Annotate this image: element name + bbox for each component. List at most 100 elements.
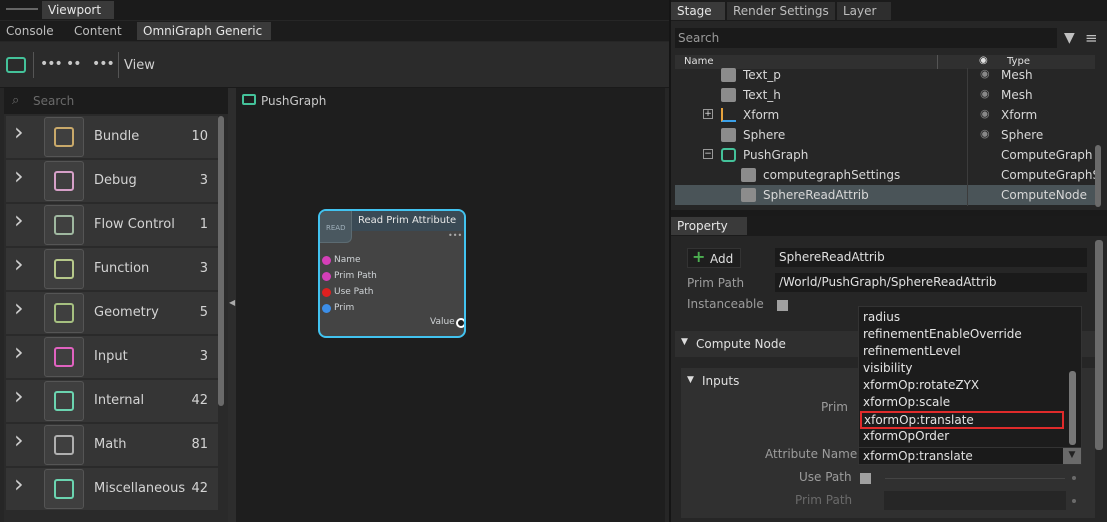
attribute-name-select[interactable]: xformOp:translate ▼ [858, 446, 1082, 465]
flow-icon-glyph [54, 215, 74, 235]
library-item-input[interactable]: › Input 3 [6, 336, 218, 378]
view-menu[interactable]: View [124, 58, 155, 73]
misc-icon [44, 469, 84, 509]
stage-search-input[interactable]: Search [675, 28, 1057, 48]
library-item-count: 42 [191, 393, 208, 408]
chevron-down-icon[interactable]: ▼ [1063, 447, 1081, 464]
library-item-internal[interactable]: › Internal 42 [6, 380, 218, 422]
library-item-debug[interactable]: › Debug 3 [6, 160, 218, 202]
property-scrollbar[interactable] [1095, 240, 1103, 450]
chevron-right-icon[interactable]: › [14, 338, 28, 366]
input-port-prim[interactable] [322, 304, 331, 313]
library-item-function[interactable]: › Function 3 [6, 248, 218, 290]
library-item-geometry[interactable]: › Geometry 5 [6, 292, 218, 334]
library-scrollbar[interactable] [218, 116, 224, 406]
chevron-right-icon[interactable]: › [14, 162, 28, 190]
dropdown-option-refinementenableoverride[interactable]: refinementEnableOverride [863, 326, 1067, 343]
prim-path-field[interactable]: /World/PushGraph/SphereReadAttrib [775, 273, 1087, 292]
stage-tabbar: Stage Render Settings Layer [671, 0, 1107, 21]
library-item-miscellaneous[interactable]: › Miscellaneous 42 [6, 468, 218, 510]
chevron-right-icon[interactable]: › [14, 206, 28, 234]
default-indicator-icon[interactable] [1072, 499, 1076, 503]
stage-row-pushgraph[interactable]: − PushGraph ComputeGraph [675, 145, 1095, 165]
dropdown-option-xformop-rotatezyx[interactable]: xformOp:rotateZYX [863, 377, 1067, 394]
input-port-use-path[interactable] [322, 288, 331, 297]
prim-path-input-field[interactable] [884, 491, 1066, 510]
use-path-checkbox[interactable] [860, 473, 871, 484]
read-prim-attribute-node[interactable]: READ Read Prim Attribute ••• Name Prim Pa… [318, 209, 466, 338]
library-search[interactable]: ⌕ Search [4, 88, 228, 114]
tab-viewport[interactable]: Viewport [42, 1, 114, 19]
use-path-label: Use Path [799, 470, 852, 484]
library-item-flow-control[interactable]: › Flow Control 1 [6, 204, 218, 246]
eye-icon[interactable]: ◉ [980, 67, 990, 80]
splitter[interactable]: ◀ [228, 88, 236, 522]
expand-icon[interactable]: + [703, 109, 713, 119]
dropdown-option-visibility[interactable]: visibility [863, 360, 1067, 377]
menu-icon[interactable]: ≡ [1085, 29, 1098, 47]
output-port[interactable] [456, 318, 464, 328]
node-menu-icon[interactable]: ••• [448, 231, 462, 240]
stage-row-computegraphsettings[interactable]: computegraphSettings ComputeGraphSe [675, 165, 1095, 185]
stage-row-text_h[interactable]: Text_h ◉ Mesh [675, 85, 1095, 105]
library-item-label: Bundle [94, 129, 140, 144]
cube-icon [741, 168, 756, 182]
drag-handle-icon[interactable] [6, 8, 38, 10]
dropdown-option-xformop-scale[interactable]: xformOp:scale [863, 394, 1067, 411]
internal-icon [44, 381, 84, 421]
library-search-placeholder: Search [33, 94, 75, 108]
dropdown-option-xformoporder[interactable]: xformOpOrder [863, 428, 1067, 445]
tab-render-settings[interactable]: Render Settings [727, 2, 835, 20]
tab-console[interactable]: Console [0, 22, 60, 40]
prim-name-field[interactable]: SphereReadAttrib [775, 248, 1087, 267]
cube-icon [741, 188, 756, 202]
tab-stage[interactable]: Stage [671, 2, 725, 20]
dots-icon[interactable]: •• [66, 56, 81, 72]
stage-row-name: Sphere [743, 128, 786, 142]
stage-row-xform[interactable]: + Xform ◉ Xform [675, 105, 1095, 125]
divider [885, 478, 1065, 479]
dropdown-option-refinementlevel[interactable]: refinementLevel [863, 343, 1067, 360]
tab-layer[interactable]: Layer [837, 2, 891, 20]
dropdown-option-radius[interactable]: radius [863, 309, 1067, 326]
add-button[interactable]: + Add [687, 247, 741, 268]
dropdown-scrollbar[interactable] [1069, 371, 1076, 445]
eye-icon[interactable]: ◉ [980, 107, 990, 120]
left-tabbar: Console Content OmniGraph Generic [0, 21, 669, 41]
graph-icon[interactable] [6, 57, 26, 73]
tab-omnigraph-generic[interactable]: OmniGraph Generic [137, 22, 271, 40]
library-item-bundle[interactable]: › Bundle 10 [6, 116, 218, 158]
chevron-right-icon[interactable]: › [14, 426, 28, 454]
collapse-icon[interactable]: ◀ [229, 298, 235, 307]
chevron-right-icon[interactable]: › [14, 294, 28, 322]
collapse-arrow-icon[interactable]: ▼ [687, 375, 694, 385]
more-icon[interactable]: ••• [40, 56, 63, 72]
stage-row-type: ComputeNode [1001, 188, 1088, 202]
misc-icon-glyph [54, 479, 74, 499]
stage-row-sphere[interactable]: Sphere ◉ Sphere [675, 125, 1095, 145]
input-port-prim-path[interactable] [322, 272, 331, 281]
stage-row-text_p[interactable]: Text_p ◉ Mesh [675, 65, 1095, 85]
instanceable-checkbox[interactable] [777, 300, 788, 311]
chevron-right-icon[interactable]: › [14, 250, 28, 278]
eye-icon[interactable]: ◉ [980, 87, 990, 100]
dropdown-option-xformop-translate[interactable]: xformOp:translate [860, 411, 1064, 429]
chevron-right-icon[interactable]: › [14, 382, 28, 410]
stage-row-name: PushGraph [743, 148, 809, 162]
stage-row-spherereadattrib[interactable]: SphereReadAttrib ComputeNode [675, 185, 1095, 205]
input-port-name[interactable] [322, 256, 331, 265]
stage-row-name: Text_h [743, 88, 781, 102]
attribute-name-value: xformOp:translate [863, 449, 973, 463]
chevron-right-icon[interactable]: › [14, 118, 28, 146]
library-item-math[interactable]: › Math 81 [6, 424, 218, 466]
eye-icon[interactable]: ◉ [980, 127, 990, 140]
library-item-label: Input [94, 349, 128, 364]
filter-icon[interactable]: ▼ [1064, 30, 1075, 46]
stage-scrollbar[interactable] [1095, 145, 1101, 207]
tab-content[interactable]: Content [68, 22, 128, 40]
dots2-icon[interactable]: ••• [92, 56, 115, 72]
tab-property[interactable]: Property [671, 217, 747, 235]
chevron-right-icon[interactable]: › [14, 470, 28, 498]
collapse-icon[interactable]: − [703, 149, 713, 159]
default-indicator-icon[interactable] [1072, 476, 1076, 480]
